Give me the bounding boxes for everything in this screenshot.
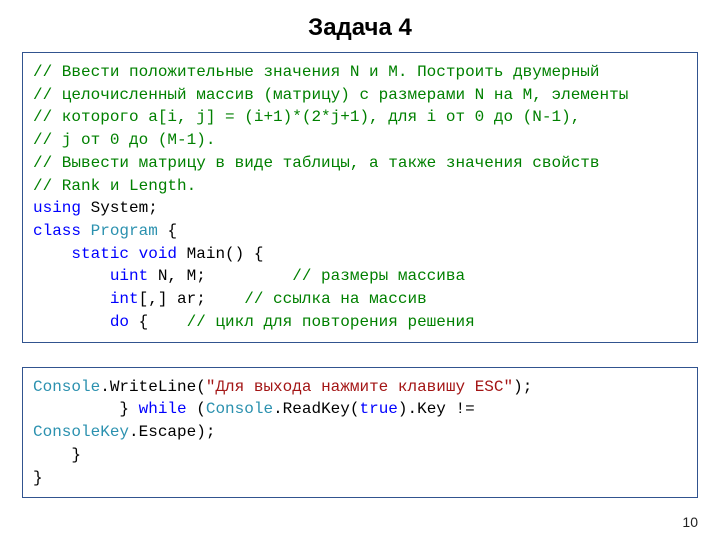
kw-class: class bbox=[33, 222, 81, 240]
page-number: 10 bbox=[682, 514, 698, 530]
txt: [,] ar; bbox=[139, 290, 245, 308]
txt: } bbox=[33, 469, 43, 487]
txt: } bbox=[33, 400, 139, 418]
comment-line: // Вывести матрицу в виде таблицы, а так… bbox=[33, 154, 600, 172]
comment: // цикл для повторения решения bbox=[187, 313, 475, 331]
kw-using: using bbox=[33, 199, 81, 217]
txt: Main() { bbox=[177, 245, 263, 263]
type-program: Program bbox=[91, 222, 158, 240]
txt: ); bbox=[513, 378, 532, 396]
code-block-2: Console.WriteLine("Для выхода нажмите кл… bbox=[22, 367, 698, 499]
comment: // размеры массива bbox=[292, 267, 465, 285]
txt: } bbox=[33, 446, 81, 464]
txt: N, M; bbox=[148, 267, 292, 285]
string-literal: "Для выхода нажмите клавишу ESC" bbox=[206, 378, 513, 396]
txt: { bbox=[129, 313, 187, 331]
txt: { bbox=[158, 222, 177, 240]
type-console: Console bbox=[206, 400, 273, 418]
txt: .Escape); bbox=[129, 423, 215, 441]
kw-int: int bbox=[110, 290, 139, 308]
type-console: Console bbox=[33, 378, 100, 396]
comment-line: // Ввести положительные значения N и M. … bbox=[33, 63, 600, 81]
code-block-1: // Ввести положительные значения N и M. … bbox=[22, 52, 698, 343]
comment-line: // Rank и Length. bbox=[33, 177, 196, 195]
kw-do: do bbox=[110, 313, 129, 331]
comment: // ссылка на массив bbox=[244, 290, 426, 308]
type-consolekey: ConsoleKey bbox=[33, 423, 129, 441]
txt: ).Key != bbox=[398, 400, 484, 418]
kw-while: while bbox=[139, 400, 187, 418]
comment-line: // j от 0 до (M-1). bbox=[33, 131, 215, 149]
txt: .WriteLine( bbox=[100, 378, 206, 396]
comment-line: // целочисленный массив (матрицу) с разм… bbox=[33, 86, 628, 104]
slide-title: Задача 4 bbox=[22, 14, 698, 42]
txt: .ReadKey( bbox=[273, 400, 359, 418]
kw-uint: uint bbox=[110, 267, 148, 285]
comment-line: // которого a[i, j] = (i+1)*(2*j+1), для… bbox=[33, 108, 580, 126]
kw-true: true bbox=[359, 400, 397, 418]
kw-void: void bbox=[139, 245, 177, 263]
txt: System; bbox=[81, 199, 158, 217]
kw-static: static bbox=[71, 245, 129, 263]
